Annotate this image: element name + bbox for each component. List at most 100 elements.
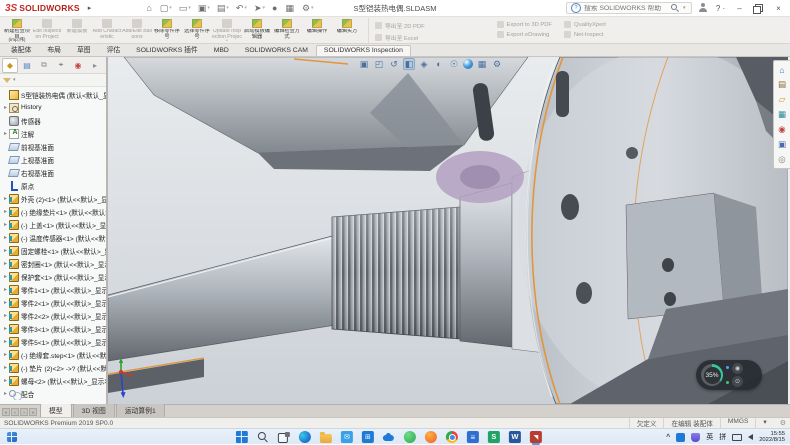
solidworks-resources-icon[interactable]: ⌂ (777, 64, 788, 75)
help-button[interactable]: ? · (714, 2, 727, 15)
expand-arrow-icon[interactable]: ▸ (2, 377, 9, 384)
status-gear-icon[interactable]: ⚙ (780, 419, 786, 427)
ime-language-indicator[interactable]: 英 (706, 432, 713, 442)
tree-item[interactable]: ▸ 螺母<2> (默认<<默认>_显示状态 (0, 374, 106, 387)
mail-icon[interactable] (341, 431, 353, 443)
tree-item[interactable]: ▸ 零件1<1> (默认<<默认>_显示状态 (0, 283, 106, 296)
doc-tab-nav-button[interactable]: » (29, 408, 37, 416)
tree-item[interactable]: ▸ (-) 垫片 (2)<2> ->? (默认<<默认> (0, 361, 106, 374)
start-button[interactable] (236, 431, 248, 443)
design-library-icon[interactable]: ▤ (777, 79, 788, 90)
minimize-button[interactable]: – (733, 2, 746, 15)
expand-arrow-icon[interactable]: ▸ (2, 299, 9, 306)
configurationmanager-tab-icon[interactable]: ⧉ (36, 58, 52, 73)
tree-item[interactable]: ▸ 密封圈<1> (默认<<默认>_显示状 (0, 257, 106, 270)
ribbon-button[interactable]: 编辑检查方式 (272, 18, 302, 43)
tree-item[interactable]: ▸ 外壳 (2)<1> (默认<<默认>_显示状 (0, 192, 106, 205)
expand-arrow-icon[interactable]: ▸ (2, 260, 9, 267)
feature-filter[interactable]: ▾ (0, 74, 106, 87)
wechat-icon[interactable] (404, 431, 416, 443)
expand-arrow-icon[interactable]: ▸ (2, 130, 9, 137)
security-shield-icon[interactable] (691, 433, 700, 442)
display-settings-icon[interactable]: ▦ (285, 4, 295, 13)
tree-item[interactable]: ▸ 注解 (0, 127, 106, 140)
tree-item[interactable]: ▸ 零件2<1> (默认<<默认>_显示状态 (0, 296, 106, 309)
ribbon-button[interactable]: 新建模板 (62, 18, 92, 43)
recorder-camera-button[interactable]: ◉ (732, 363, 743, 374)
ribbon-button[interactable]: Add/Edit Balloons (122, 18, 152, 43)
ime-mode-indicator[interactable]: 拼 (719, 432, 726, 442)
tray-chevron-icon[interactable]: ^ (666, 434, 670, 441)
expand-arrow-icon[interactable]: ▸ (2, 325, 9, 332)
ribbon-tab[interactable]: 布局 (39, 42, 69, 56)
expand-arrow-icon[interactable]: ▸ (2, 364, 9, 371)
expand-arrow-icon[interactable]: ▸ (2, 286, 9, 293)
tree-item[interactable]: 前视基准面 (0, 140, 106, 153)
view-palette-icon[interactable]: ▦ (777, 109, 788, 120)
clock[interactable]: 15:55 2022/8/15 (759, 431, 785, 444)
search-button[interactable] (257, 431, 269, 443)
zoom-fit-icon[interactable]: ▣ (358, 58, 370, 70)
undo-icon[interactable]: ↶▾ (236, 4, 247, 13)
document-tab[interactable]: 3D 视图 (73, 403, 115, 417)
s-app-icon[interactable]: S (488, 431, 500, 443)
recorder-settings-button[interactable]: ⊙ (732, 376, 743, 387)
ribbon-tab[interactable]: SOLIDWORKS 插件 (128, 42, 206, 56)
ribbon-button[interactable]: 编辑操作 (302, 18, 332, 43)
chrome-icon[interactable] (446, 431, 458, 443)
previous-view-icon[interactable]: ↺ (388, 58, 400, 70)
export-menu-item[interactable]: 导出至 2D PDF (375, 21, 485, 30)
tree-item[interactable]: ▸ (-) 上盖<1> (默认<<默认>_显示状 (0, 218, 106, 231)
tree-item[interactable]: 传感器 (0, 114, 106, 127)
expand-arrow-icon[interactable]: ▸ (2, 247, 9, 254)
expand-arrow-icon[interactable]: ▸ (2, 221, 9, 228)
graphics-viewport[interactable]: ▣ ◰ ↺ ◧ ◈ ◐ ☉ ● ▦ ⚙ (108, 57, 790, 404)
ribbon-tab[interactable]: 评估 (99, 42, 129, 56)
restore-button[interactable] (755, 4, 763, 12)
onedrive-tray-icon[interactable] (676, 433, 685, 442)
tree-item[interactable]: ▸ 保护套<1> (默认<<默认>_显示状 (0, 270, 106, 283)
browser-icon[interactable] (425, 431, 437, 443)
expand-arrow-icon[interactable]: ▸ (2, 195, 9, 202)
tree-item[interactable]: ▸ (-) 绝缘垫片<1> (默认<<默认>_显 (0, 205, 106, 218)
ribbon-button[interactable]: 启动模板编辑器 (242, 18, 272, 43)
featuremanager-tab-icon[interactable]: ◆ (2, 58, 18, 73)
expand-arrow-icon[interactable]: ▸ (2, 208, 9, 215)
tree-item[interactable]: S型铠装热电偶 (默认<默认_显示状态-1 (0, 88, 106, 101)
tree-item[interactable]: 右视基准面 (0, 166, 106, 179)
ribbon-button[interactable]: 选择零件序号 (182, 18, 212, 43)
dimxpertmanager-tab-icon[interactable]: ⌖ (53, 58, 69, 73)
performance-icon[interactable]: ● (272, 4, 278, 13)
tree-item[interactable]: ▸ 固定螺栓<1> (默认<<默认>_显示状 (0, 244, 106, 257)
apply-scene-icon[interactable]: ▦ (476, 58, 488, 70)
edge-icon[interactable] (299, 431, 311, 443)
home-icon[interactable]: ⌂ (146, 4, 152, 13)
display-tray-icon[interactable] (732, 434, 742, 441)
expand-arrow-icon[interactable]: ▸ (2, 104, 9, 111)
expand-arrow-icon[interactable]: ▸ (2, 338, 9, 345)
status-item[interactable]: ▾ (755, 418, 773, 428)
solidworks-logo[interactable]: 3S SOLIDWORKS (0, 0, 85, 16)
display-style-icon[interactable]: ◐ (433, 58, 445, 70)
edit-appearance-icon[interactable]: ● (463, 59, 473, 69)
tree-item[interactable]: ▸ (-) 温度传感器<1> (默认<<默认>_显 (0, 231, 106, 244)
ribbon-tab[interactable]: MBD (206, 45, 237, 56)
ribbon-tab[interactable]: 草图 (69, 42, 99, 56)
expand-arrow-icon[interactable]: ▸ (2, 351, 9, 358)
expand-arrow-icon[interactable]: ▸ (2, 312, 9, 319)
print-icon[interactable]: ▤▾ (217, 4, 229, 13)
close-button[interactable]: × (772, 2, 785, 15)
onedrive-icon[interactable] (383, 431, 395, 443)
doc-tab-nav-button[interactable]: « (2, 408, 10, 416)
propertymanager-tab-icon[interactable]: ▤ (19, 58, 35, 73)
document-tab[interactable]: 模型 (40, 403, 72, 417)
export-menu-item[interactable]: Export to 3D PDF (497, 21, 552, 28)
export-menu-item[interactable]: Export eDrawing (497, 31, 552, 38)
tab-overflow-icon[interactable]: ▸ (87, 58, 103, 73)
tree-item[interactable]: ▸ 零件2<2> (默认<<默认>_显示状态 (0, 309, 106, 322)
store-icon[interactable] (362, 431, 374, 443)
options-icon[interactable]: ⚙▾ (302, 4, 314, 13)
widgets-icon[interactable] (7, 432, 17, 442)
word-app-icon[interactable]: W (509, 431, 521, 443)
user-account-icon[interactable] (698, 3, 708, 13)
